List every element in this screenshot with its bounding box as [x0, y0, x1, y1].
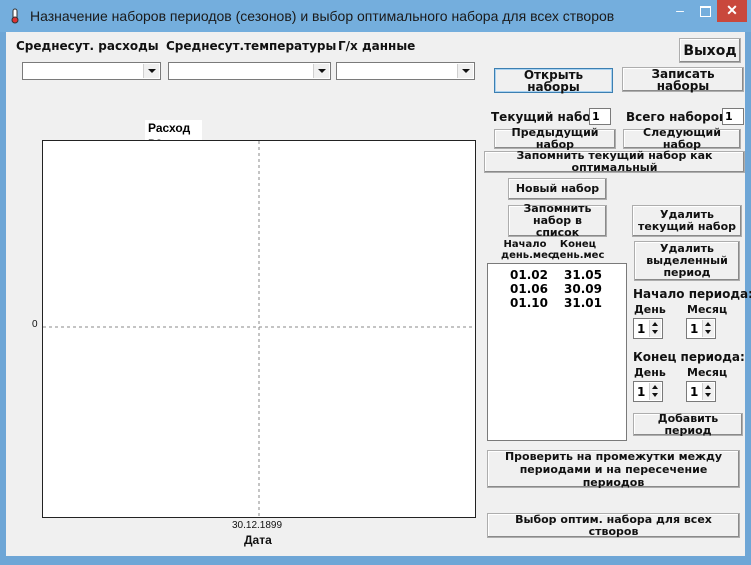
period-start-2[interactable]: 01.06: [510, 282, 548, 296]
up-down-arrows-icon[interactable]: [702, 320, 714, 337]
delete-current-set-button[interactable]: Удалить текущий набор: [632, 205, 742, 237]
period-start-day-spinner[interactable]: 1: [633, 318, 663, 339]
period-start-day-label: День: [634, 303, 666, 316]
hydro-data-label: Г/х данные: [338, 39, 416, 53]
previous-set-button[interactable]: Предыдущий набор: [494, 127, 616, 151]
period-end-3[interactable]: 31.01: [564, 296, 602, 310]
period-end-1[interactable]: 31.05: [564, 268, 602, 282]
daily-temperatures-select[interactable]: [168, 62, 331, 80]
x-axis-label: Дата: [244, 533, 272, 547]
period-end-day-value[interactable]: 1: [637, 385, 645, 399]
period-start-1[interactable]: 01.02: [510, 268, 548, 282]
delete-selected-period-button[interactable]: Удалить выделенный период: [634, 241, 740, 281]
close-button[interactable]: ✕: [717, 0, 747, 22]
period-end-month-spinner[interactable]: 1: [686, 381, 716, 402]
hydro-data-select[interactable]: [336, 62, 475, 80]
exit-button[interactable]: Выход: [679, 38, 741, 63]
up-down-arrows-icon[interactable]: [649, 320, 661, 337]
client-area: Среднесут. расходы Среднесут.температуры…: [6, 32, 751, 556]
period-start-month-spinner[interactable]: 1: [686, 318, 716, 339]
period-end-month-value[interactable]: 1: [690, 385, 698, 399]
open-sets-button[interactable]: Открыть наборы: [494, 68, 613, 93]
current-set-label: Текущий набор: [491, 110, 600, 124]
daily-temperatures-label: Среднесут.температуры: [166, 39, 337, 53]
total-sets-label: Всего наборов: [626, 110, 727, 124]
y-tick-label: 0: [32, 319, 38, 330]
remember-optimal-button[interactable]: Запомнить текущий набор как оптимальный: [484, 150, 745, 174]
period-start-3[interactable]: 01.10: [510, 296, 548, 310]
add-period-button[interactable]: Добавить период: [633, 412, 743, 436]
column-start-header: Начало день.мес: [501, 239, 554, 261]
remember-to-list-button[interactable]: Запомнить набор в список: [508, 203, 607, 239]
title-bar[interactable]: Назначение наборов периодов (сезонов) и …: [0, 0, 751, 32]
new-set-button[interactable]: Новый набор: [508, 178, 607, 200]
window-title: Назначение наборов периодов (сезонов) и …: [30, 8, 615, 24]
daily-flows-label: Среднесут. расходы: [16, 39, 159, 53]
chevron-down-icon[interactable]: [313, 64, 329, 78]
app-window: Назначение наборов периодов (сезонов) и …: [0, 0, 751, 565]
thermometer-icon: [11, 8, 19, 24]
period-end-day-label: День: [634, 366, 666, 379]
choose-optimal-set-button[interactable]: Выбор оптим. набора для всех створов: [487, 513, 740, 538]
next-set-button[interactable]: Следующий набор: [623, 127, 741, 151]
chevron-down-icon[interactable]: [457, 64, 473, 78]
period-start-month-label: Месяц: [687, 303, 728, 316]
period-end-heading: Конец периода:: [633, 350, 745, 364]
period-end-2[interactable]: 30.09: [564, 282, 602, 296]
current-set-field[interactable]: 1: [589, 108, 611, 125]
period-end-month-label: Месяц: [687, 366, 728, 379]
check-periods-button[interactable]: Проверить на промежутки между периодами …: [487, 450, 740, 489]
period-start-month-value[interactable]: 1: [690, 322, 698, 336]
periods-list[interactable]: 01.02 31.05 01.06 30.09 01.10 31.01: [487, 263, 627, 441]
column-end-header: Конец день.мес: [551, 239, 605, 261]
period-start-day-value[interactable]: 1: [637, 322, 645, 336]
period-start-heading: Начало периода:: [633, 287, 751, 301]
save-sets-button[interactable]: Записать наборы: [622, 67, 744, 92]
minimize-button[interactable]: –: [667, 2, 693, 22]
period-end-day-spinner[interactable]: 1: [633, 381, 663, 402]
plot-area: [42, 140, 476, 518]
up-down-arrows-icon[interactable]: [702, 383, 714, 400]
chevron-down-icon[interactable]: [143, 64, 159, 78]
x-tick-label: 30.12.1899: [232, 520, 283, 531]
total-sets-field: 1: [722, 108, 744, 125]
maximize-button[interactable]: [693, 2, 717, 22]
daily-flows-select[interactable]: [22, 62, 161, 80]
plot-grid: [43, 141, 475, 517]
up-down-arrows-icon[interactable]: [649, 383, 661, 400]
